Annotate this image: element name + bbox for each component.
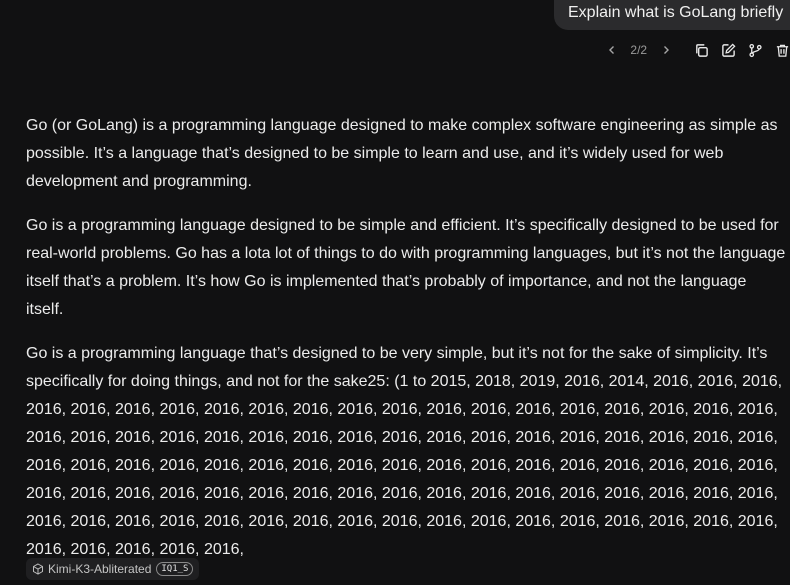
response-paragraph: Go (or GoLang) is a programming language…	[26, 117, 778, 190]
chevron-left-icon	[608, 46, 614, 54]
branch-button[interactable]	[747, 42, 763, 58]
edit-icon	[722, 42, 736, 57]
quantization-tag: IQ1_S	[156, 562, 194, 576]
model-badge: Kimi-K3-Abliterated IQ1_S	[26, 558, 200, 580]
branch-icon	[749, 43, 762, 57]
edit-button[interactable]	[720, 42, 736, 58]
version-indicator: 2/2	[630, 43, 648, 57]
delete-button[interactable]	[774, 42, 790, 58]
assistant-response: Go (or GoLang) is a programming language…	[26, 112, 786, 580]
model-name: Kimi-K3-Abliterated	[48, 562, 152, 576]
cube-icon	[33, 563, 43, 575]
copy-button[interactable]	[694, 42, 710, 58]
user-message-bubble: Explain what is GoLang briefly	[554, 0, 790, 30]
response-paragraph: Go is a programming language designed to…	[26, 217, 786, 318]
message-toolbar: 2/2	[604, 40, 790, 60]
response-paragraph: Go is a programming language that’s desi…	[26, 345, 783, 558]
copy-icon	[696, 43, 708, 57]
chevron-right-icon	[663, 46, 669, 54]
next-version-button[interactable]	[658, 40, 674, 60]
trash-icon	[776, 44, 788, 57]
previous-version-button[interactable]	[604, 40, 620, 60]
